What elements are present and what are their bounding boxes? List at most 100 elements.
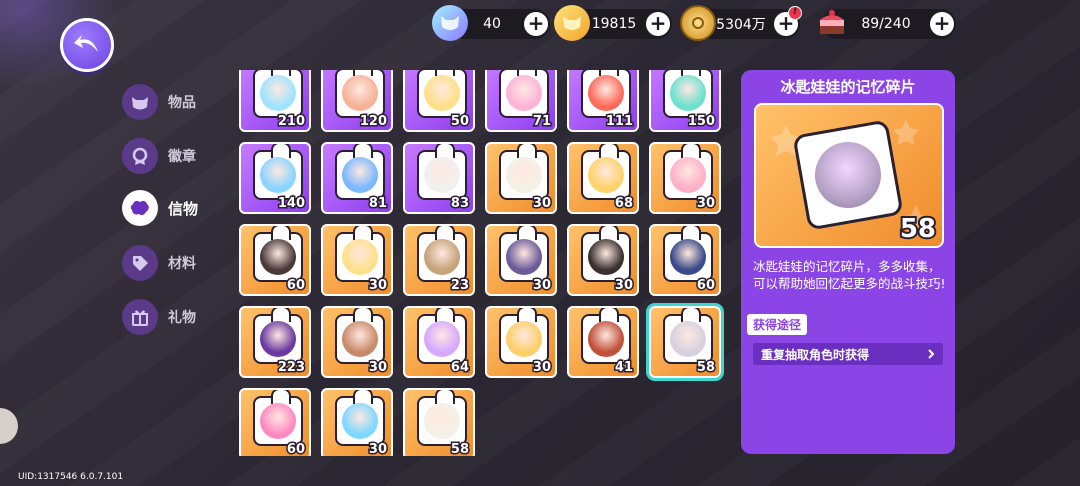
token-tile[interactable]: 120 (321, 70, 393, 132)
puzzle-piece-icon (417, 226, 467, 282)
puzzle-piece-icon (417, 70, 467, 118)
token-tile[interactable]: 81 (321, 142, 393, 214)
token-count: 30 (367, 441, 388, 457)
token-tile[interactable]: 68 (567, 142, 639, 214)
token-count: 140 (276, 195, 306, 213)
token-tile[interactable]: 30 (321, 224, 393, 296)
character-portrait (342, 157, 378, 193)
token-count: 60 (695, 277, 716, 295)
token-count: 64 (449, 359, 470, 377)
detail-description: 冰匙娃娃的记忆碎片，多多收集，可以帮助她回忆起更多的战斗技巧! (753, 259, 946, 291)
puzzle-piece-icon (792, 119, 904, 231)
token-tile[interactable]: 23 (403, 224, 475, 296)
token-tile[interactable]: 41 (567, 306, 639, 378)
token-tile[interactable]: 30 (567, 224, 639, 296)
nav-item-badges[interactable]: 徽章 (122, 138, 232, 174)
cat-coin-icon (554, 5, 590, 41)
puzzle-piece-icon (253, 144, 303, 200)
token-count: 223 (276, 359, 306, 377)
token-count: 210 (276, 113, 306, 131)
currency-gold: 5304万 + ! (680, 5, 802, 41)
character-portrait (506, 239, 542, 275)
character-portrait (424, 321, 460, 357)
token-tile[interactable]: 30 (321, 388, 393, 456)
token-count: 50 (449, 113, 470, 131)
puzzle-piece-icon (335, 70, 385, 118)
add-stamina-button[interactable]: + (930, 12, 954, 36)
puzzle-piece-icon (581, 226, 631, 282)
token-count: 83 (449, 195, 470, 213)
nav-item-tokens[interactable]: 信物 (122, 190, 232, 226)
character-portrait (588, 157, 624, 193)
nav-item-gifts[interactable]: 礼物 (122, 299, 232, 335)
add-gold-button[interactable]: + ! (774, 6, 802, 36)
token-count: 120 (358, 113, 388, 131)
nav-item-materials[interactable]: 材料 (122, 245, 232, 281)
token-tile[interactable]: 140 (239, 142, 311, 214)
side-drawer-tab[interactable] (0, 408, 18, 444)
puzzle-piece-icon (499, 144, 549, 200)
token-tile[interactable]: 58 (646, 303, 724, 381)
obtain-source-button[interactable]: 重复抽取角色时获得 (753, 343, 943, 365)
token-count: 81 (367, 195, 388, 213)
puzzle-piece-icon (253, 390, 303, 446)
token-tile[interactable]: 210 (239, 70, 311, 132)
token-tile[interactable]: 111 (567, 70, 639, 132)
add-gem-button[interactable]: + (524, 12, 548, 36)
nav-item-items[interactable]: 物品 (122, 84, 232, 120)
token-grid: 210 120 50 71 111 150 140 81 83 30 68 30 60 30 23 30 30 6… (236, 70, 726, 456)
token-count: 71 (531, 113, 552, 131)
token-tile[interactable]: 64 (403, 306, 475, 378)
token-tile[interactable]: 60 (239, 224, 311, 296)
puzzle-piece-icon (417, 390, 467, 446)
puzzle-piece-icon (581, 308, 631, 364)
character-portrait (424, 157, 460, 193)
token-tile[interactable]: 60 (239, 388, 311, 456)
token-tile[interactable]: 30 (485, 306, 557, 378)
token-count: 30 (367, 277, 388, 295)
token-count: 58 (449, 441, 470, 457)
token-tile[interactable]: 30 (485, 142, 557, 214)
character-portrait (424, 75, 460, 111)
token-count: 58 (695, 359, 716, 377)
token-tile[interactable]: 50 (403, 70, 475, 132)
gift-icon (122, 299, 158, 335)
token-tile[interactable]: 83 (403, 142, 475, 214)
nav-label-badges: 徽章 (168, 149, 196, 165)
puzzle-piece-icon (499, 308, 549, 364)
character-portrait (670, 239, 706, 275)
material-tag-icon (122, 245, 158, 281)
character-portrait (506, 321, 542, 357)
token-tile[interactable]: 58 (403, 388, 475, 456)
nav-label-materials: 材料 (168, 256, 196, 272)
nav-label-tokens: 信物 (168, 199, 199, 218)
detail-title: 冰匙娃娃的记忆碎片 (780, 78, 916, 96)
token-tile[interactable]: 223 (239, 306, 311, 378)
add-catcoin-button[interactable]: + (646, 12, 670, 36)
token-count: 23 (449, 277, 470, 295)
detail-panel: 冰匙娃娃的记忆碎片 58 冰匙娃娃的记忆碎片，多多收集，可以帮助她回忆起更多的战… (741, 70, 955, 454)
token-count: 30 (531, 195, 552, 213)
puzzle-piece-icon (335, 390, 385, 446)
cat-bag-icon (122, 84, 158, 120)
medal-icon (122, 138, 158, 174)
puzzle-piece-icon (581, 144, 631, 200)
character-portrait (506, 157, 542, 193)
token-count: 111 (604, 113, 634, 131)
character-portrait (424, 403, 460, 439)
token-tile[interactable]: 30 (485, 224, 557, 296)
token-tile[interactable]: 150 (649, 70, 721, 132)
token-tile[interactable]: 30 (321, 306, 393, 378)
character-portrait (260, 157, 296, 193)
puzzle-piece-icon (499, 226, 549, 282)
obtain-method-label: 获得途径 (747, 314, 808, 335)
token-count: 30 (531, 277, 552, 295)
token-tile[interactable]: 60 (649, 224, 721, 296)
back-button[interactable] (60, 18, 114, 72)
token-tile[interactable]: 71 (485, 70, 557, 132)
token-icon (122, 190, 158, 226)
puzzle-piece-icon (335, 308, 385, 364)
character-portrait (342, 239, 378, 275)
token-tile[interactable]: 30 (649, 142, 721, 214)
character-portrait (260, 403, 296, 439)
